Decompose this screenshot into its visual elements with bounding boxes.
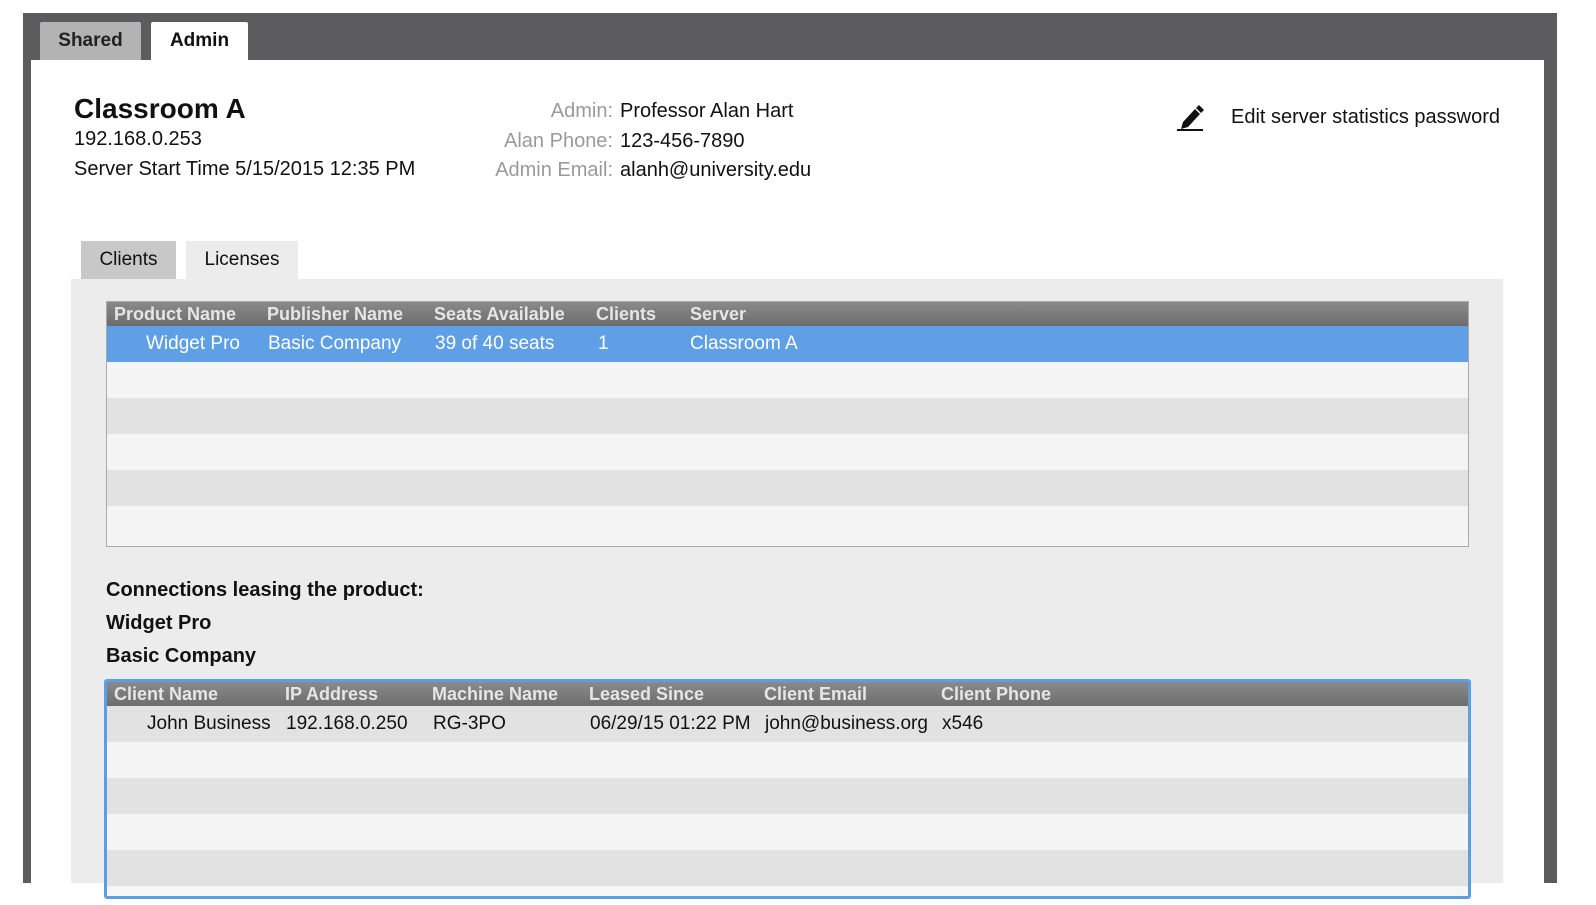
- admin-name: Professor Alan Hart: [620, 100, 794, 122]
- connections-table-header: Client Name IP Address Machine Name Leas…: [107, 682, 1468, 706]
- pencil-icon: [1176, 102, 1204, 132]
- server-start-time: Server Start Time 5/15/2015 12:35 PM: [74, 158, 416, 180]
- col-client-email[interactable]: Client Email: [764, 682, 867, 706]
- cell-publisher-name: Basic Company: [268, 333, 402, 354]
- table-row[interactable]: John Business 192.168.0.250 RG-3PO 06/29…: [107, 706, 1468, 742]
- products-table-header: Product Name Publisher Name Seats Availa…: [107, 302, 1468, 326]
- empty-row: [107, 742, 1468, 778]
- empty-row: [107, 506, 1468, 542]
- admin-phone-label: Alan Phone:: [504, 130, 613, 152]
- admin-phone: 123-456-7890: [620, 130, 745, 152]
- edit-password-button[interactable]: Edit server statistics password: [1176, 102, 1500, 132]
- col-publisher-name[interactable]: Publisher Name: [267, 302, 403, 326]
- col-server[interactable]: Server: [690, 302, 746, 326]
- col-client-name[interactable]: Client Name: [114, 682, 218, 706]
- admin-phone-row: Alan Phone: 123-456-7890: [473, 130, 745, 153]
- cell-client-email: john@business.org: [765, 713, 928, 734]
- cell-seats-available: 39 of 40 seats: [435, 333, 555, 354]
- col-ip-address[interactable]: IP Address: [285, 682, 378, 706]
- cell-client-phone: x546: [942, 713, 984, 734]
- admin-email-row: Admin Email: alanh@university.edu: [473, 159, 811, 182]
- empty-row: [107, 850, 1468, 886]
- col-seats-available[interactable]: Seats Available: [434, 302, 565, 326]
- col-machine-name[interactable]: Machine Name: [432, 682, 558, 706]
- col-product-name[interactable]: Product Name: [114, 302, 236, 326]
- connections-publisher: Basic Company: [106, 645, 257, 667]
- col-clients[interactable]: Clients: [596, 302, 656, 326]
- cell-leased-since: 06/29/15 01:22 PM: [590, 713, 751, 734]
- server-ip: 192.168.0.253: [74, 128, 202, 150]
- tab-licenses[interactable]: Licenses: [186, 241, 298, 279]
- cell-ip-address: 192.168.0.250: [286, 713, 408, 734]
- empty-row: [107, 398, 1468, 434]
- server-name: Classroom A: [74, 93, 246, 124]
- empty-row: [107, 362, 1468, 398]
- tab-shared[interactable]: Shared: [40, 22, 141, 60]
- cell-client-name: John Business: [147, 713, 271, 734]
- empty-row: [107, 778, 1468, 814]
- products-table[interactable]: Product Name Publisher Name Seats Availa…: [106, 301, 1469, 547]
- empty-row: [107, 814, 1468, 850]
- connections-table[interactable]: Client Name IP Address Machine Name Leas…: [104, 679, 1471, 899]
- cell-clients: 1: [598, 333, 609, 354]
- edit-password-label: Edit server statistics password: [1231, 105, 1500, 128]
- col-client-phone[interactable]: Client Phone: [941, 682, 1051, 706]
- cell-product-name: Widget Pro: [146, 333, 240, 354]
- admin-email-label: Admin Email:: [495, 159, 613, 181]
- col-leased-since[interactable]: Leased Since: [589, 682, 704, 706]
- table-row[interactable]: Widget Pro Basic Company 39 of 40 seats …: [107, 326, 1468, 362]
- connections-heading: Connections leasing the product:: [106, 579, 424, 601]
- cell-server: Classroom A: [690, 333, 798, 354]
- admin-email: alanh@university.edu: [620, 159, 812, 181]
- empty-row: [107, 434, 1468, 470]
- cell-machine-name: RG-3PO: [433, 713, 506, 734]
- admin-row: Admin: Professor Alan Hart: [473, 100, 794, 123]
- tab-admin[interactable]: Admin: [151, 22, 248, 60]
- empty-row: [107, 470, 1468, 506]
- connections-product: Widget Pro: [106, 612, 212, 634]
- tab-clients[interactable]: Clients: [81, 241, 176, 279]
- admin-label: Admin:: [550, 100, 613, 122]
